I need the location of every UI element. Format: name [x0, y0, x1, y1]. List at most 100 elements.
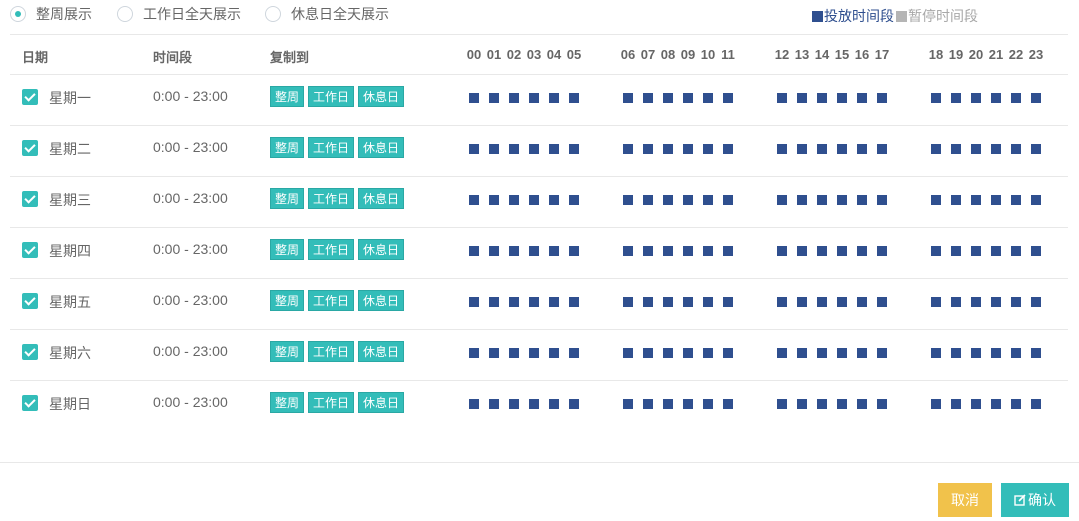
hour-slot[interactable] — [857, 93, 867, 103]
hour-slot[interactable] — [643, 144, 653, 154]
hour-slot[interactable] — [817, 348, 827, 358]
hour-slot[interactable] — [991, 195, 1001, 205]
hour-slot[interactable] — [817, 93, 827, 103]
day-checkbox[interactable] — [22, 191, 38, 207]
hour-slot[interactable] — [663, 297, 673, 307]
hour-slot[interactable] — [837, 348, 847, 358]
hour-slot[interactable] — [549, 246, 559, 256]
day-checkbox[interactable] — [22, 344, 38, 360]
hour-slot[interactable] — [971, 195, 981, 205]
hour-slot[interactable] — [509, 246, 519, 256]
hour-slot[interactable] — [951, 93, 961, 103]
hour-slot[interactable] — [1011, 348, 1021, 358]
copy-workdays-button[interactable]: 工作日 — [308, 392, 355, 413]
hour-slot[interactable] — [1011, 195, 1021, 205]
hour-slot[interactable] — [643, 399, 653, 409]
hour-slot[interactable] — [837, 144, 847, 154]
hour-slot[interactable] — [683, 297, 693, 307]
hour-slot[interactable] — [1031, 297, 1041, 307]
hour-slot[interactable] — [971, 246, 981, 256]
hour-slot[interactable] — [1031, 399, 1041, 409]
hour-slot[interactable] — [991, 399, 1001, 409]
hour-slot[interactable] — [469, 144, 479, 154]
hour-slot[interactable] — [1031, 144, 1041, 154]
hour-slot[interactable] — [857, 348, 867, 358]
copy-workdays-button[interactable]: 工作日 — [308, 239, 355, 260]
hour-slot[interactable] — [623, 144, 633, 154]
hour-slot[interactable] — [509, 93, 519, 103]
hour-slot[interactable] — [643, 93, 653, 103]
hour-slot[interactable] — [529, 297, 539, 307]
hour-slot[interactable] — [683, 93, 693, 103]
hour-slot[interactable] — [703, 297, 713, 307]
copy-weekends-button[interactable]: 休息日 — [358, 341, 405, 362]
copy-week-button[interactable]: 整周 — [270, 392, 305, 413]
hour-slot[interactable] — [623, 399, 633, 409]
hour-slot[interactable] — [931, 195, 941, 205]
hour-slot[interactable] — [971, 144, 981, 154]
hour-slot[interactable] — [777, 348, 787, 358]
hour-slot[interactable] — [489, 246, 499, 256]
hour-slot[interactable] — [683, 195, 693, 205]
hour-slot[interactable] — [991, 246, 1001, 256]
hour-slot[interactable] — [549, 348, 559, 358]
radio-weekends[interactable]: 休息日全天展示 — [265, 4, 389, 24]
hour-slot[interactable] — [857, 297, 867, 307]
hour-slot[interactable] — [509, 144, 519, 154]
hour-slot[interactable] — [951, 348, 961, 358]
hour-slot[interactable] — [777, 399, 787, 409]
hour-slot[interactable] — [951, 246, 961, 256]
hour-slot[interactable] — [1011, 399, 1021, 409]
hour-slot[interactable] — [643, 348, 653, 358]
hour-slot[interactable] — [723, 144, 733, 154]
hour-slot[interactable] — [817, 195, 827, 205]
hour-slot[interactable] — [469, 246, 479, 256]
copy-weekends-button[interactable]: 休息日 — [358, 392, 405, 413]
hour-slot[interactable] — [991, 297, 1001, 307]
hour-slot[interactable] — [797, 246, 807, 256]
hour-slot[interactable] — [623, 297, 633, 307]
hour-slot[interactable] — [817, 144, 827, 154]
confirm-button[interactable]: 确认 — [1001, 483, 1069, 517]
hour-slot[interactable] — [857, 246, 867, 256]
hour-slot[interactable] — [1031, 246, 1041, 256]
hour-slot[interactable] — [837, 297, 847, 307]
hour-slot[interactable] — [683, 246, 693, 256]
hour-slot[interactable] — [931, 93, 941, 103]
hour-slot[interactable] — [643, 297, 653, 307]
copy-workdays-button[interactable]: 工作日 — [308, 341, 355, 362]
hour-slot[interactable] — [683, 144, 693, 154]
hour-slot[interactable] — [643, 195, 653, 205]
hour-slot[interactable] — [797, 93, 807, 103]
hour-slot[interactable] — [1031, 348, 1041, 358]
day-checkbox[interactable] — [22, 242, 38, 258]
copy-workdays-button[interactable]: 工作日 — [308, 137, 355, 158]
copy-weekends-button[interactable]: 休息日 — [358, 239, 405, 260]
hour-slot[interactable] — [703, 144, 713, 154]
copy-workdays-button[interactable]: 工作日 — [308, 188, 355, 209]
hour-slot[interactable] — [703, 348, 713, 358]
day-checkbox[interactable] — [22, 140, 38, 156]
hour-slot[interactable] — [877, 297, 887, 307]
hour-slot[interactable] — [569, 144, 579, 154]
hour-slot[interactable] — [663, 144, 673, 154]
hour-slot[interactable] — [509, 399, 519, 409]
hour-slot[interactable] — [991, 144, 1001, 154]
hour-slot[interactable] — [951, 297, 961, 307]
hour-slot[interactable] — [857, 195, 867, 205]
hour-slot[interactable] — [723, 399, 733, 409]
hour-slot[interactable] — [797, 399, 807, 409]
radio-workdays[interactable]: 工作日全天展示 — [117, 4, 241, 24]
hour-slot[interactable] — [569, 93, 579, 103]
hour-slot[interactable] — [623, 246, 633, 256]
hour-slot[interactable] — [469, 348, 479, 358]
copy-weekends-button[interactable]: 休息日 — [358, 188, 405, 209]
radio-whole-week[interactable]: 整周展示 — [10, 4, 92, 24]
hour-slot[interactable] — [877, 93, 887, 103]
hour-slot[interactable] — [703, 93, 713, 103]
hour-slot[interactable] — [683, 348, 693, 358]
hour-slot[interactable] — [931, 399, 941, 409]
hour-slot[interactable] — [723, 246, 733, 256]
hour-slot[interactable] — [817, 399, 827, 409]
hour-slot[interactable] — [971, 348, 981, 358]
